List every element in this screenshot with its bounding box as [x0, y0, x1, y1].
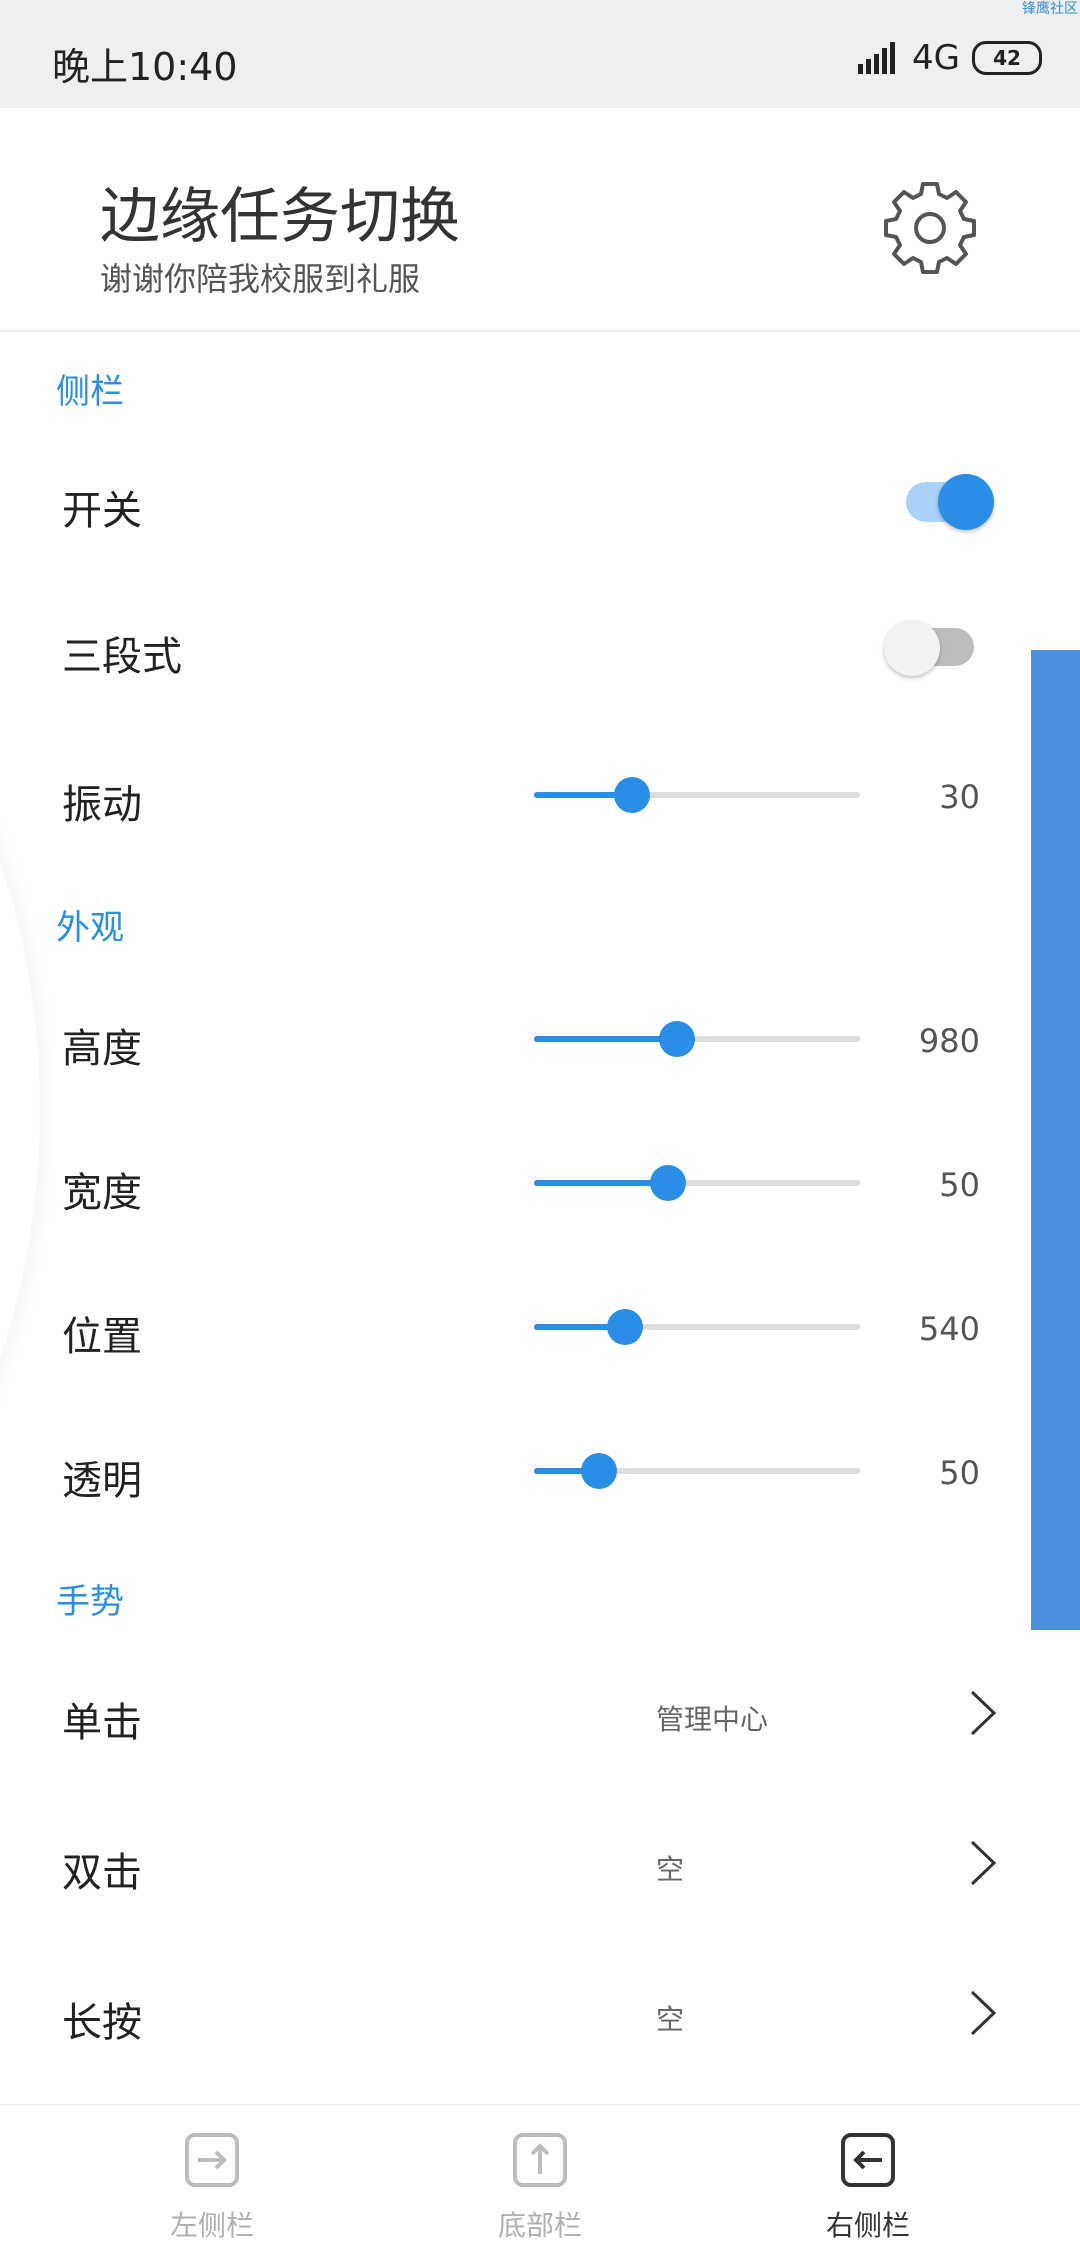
position-slider[interactable] — [534, 1309, 860, 1345]
network-type: 4G — [912, 38, 960, 78]
height-value: 980 — [918, 1022, 980, 1060]
nav-label-right: 右侧栏 — [825, 2209, 910, 2242]
bottom-bar-icon — [513, 2133, 567, 2187]
height-slider[interactable] — [534, 1021, 860, 1057]
height-label: 高度 — [62, 1026, 142, 1072]
app-subtitle: 谢谢你陪我校服到礼服 — [100, 260, 421, 298]
opacity-value: 50 — [939, 1454, 980, 1492]
section-title-appearance: 外观 — [56, 908, 124, 948]
chevron-right-icon — [970, 1690, 997, 1736]
width-slider[interactable] — [534, 1165, 860, 1201]
switch-thumb[interactable] — [938, 474, 994, 530]
nav-label-bottom: 底部栏 — [497, 2209, 582, 2242]
opacity-slider[interactable] — [534, 1453, 860, 1489]
nav-tab-bottom-bar[interactable]: 底部栏 — [360, 2106, 720, 2250]
width-label: 宽度 — [62, 1170, 142, 1216]
chevron-right-icon — [970, 1840, 997, 1886]
status-icons: 4G 42 — [858, 36, 1042, 80]
width-slider-thumb[interactable] — [649, 1165, 686, 1201]
vibration-label: 振动 — [62, 782, 142, 828]
status-bar: 晚上10:40 4G 42 锋鹰社区 — [0, 0, 1080, 108]
app-title: 边缘任务切换 — [100, 182, 460, 252]
long-press-label: 长按 — [62, 2000, 142, 2046]
three-stage-label: 三段式 — [62, 634, 182, 680]
nav-tab-right-sidebar[interactable]: 右侧栏 — [688, 2106, 1048, 2250]
status-time: 晚上10:40 — [52, 45, 238, 89]
single-tap-value: 管理中心 — [656, 1703, 769, 1736]
double-tap-label: 双击 — [62, 1850, 142, 1896]
chevron-right-icon — [970, 1990, 997, 2036]
battery-icon: 42 — [972, 41, 1042, 75]
watermark: 锋鹰社区 — [1022, 1, 1078, 17]
section-title-gestures: 手势 — [56, 1582, 124, 1622]
opacity-label: 透明 — [62, 1458, 142, 1504]
vibration-value: 30 — [939, 778, 980, 816]
vibration-slider[interactable] — [534, 777, 860, 813]
nav-tab-left-sidebar[interactable]: 左侧栏 — [32, 2106, 392, 2250]
position-value: 540 — [918, 1310, 980, 1348]
left-sidebar-icon — [185, 2133, 239, 2187]
height-slider-thumb[interactable] — [659, 1021, 696, 1057]
double-tap-value: 空 — [656, 1853, 685, 1886]
three-stage-thumb[interactable] — [884, 620, 940, 676]
right-sidebar-icon — [841, 2133, 895, 2187]
bottom-nav: 左侧栏 底部栏 右侧栏 — [0, 2104, 1080, 2250]
signal-icon — [858, 42, 896, 74]
background-arc — [0, 560, 40, 1660]
position-slider-thumb[interactable] — [607, 1309, 644, 1345]
app-header: 边缘任务切换 谢谢你陪我校服到礼服 — [0, 108, 1080, 332]
width-slider-fill — [534, 1180, 668, 1186]
vibration-slider-thumb[interactable] — [613, 777, 650, 813]
long-press-value: 空 — [656, 2003, 685, 2036]
single-tap-label: 单击 — [62, 1700, 142, 1746]
battery-level: 42 — [993, 46, 1021, 70]
switch-label: 开关 — [62, 488, 142, 534]
opacity-slider-thumb[interactable] — [581, 1453, 618, 1489]
height-slider-fill — [534, 1036, 678, 1042]
gear-icon[interactable] — [880, 178, 980, 278]
edge-sidebar-preview[interactable] — [1031, 650, 1080, 1630]
position-label: 位置 — [62, 1314, 142, 1360]
width-value: 50 — [939, 1166, 980, 1204]
nav-label-left: 左侧栏 — [169, 2209, 254, 2242]
section-title-sidebar: 侧栏 — [56, 372, 124, 412]
